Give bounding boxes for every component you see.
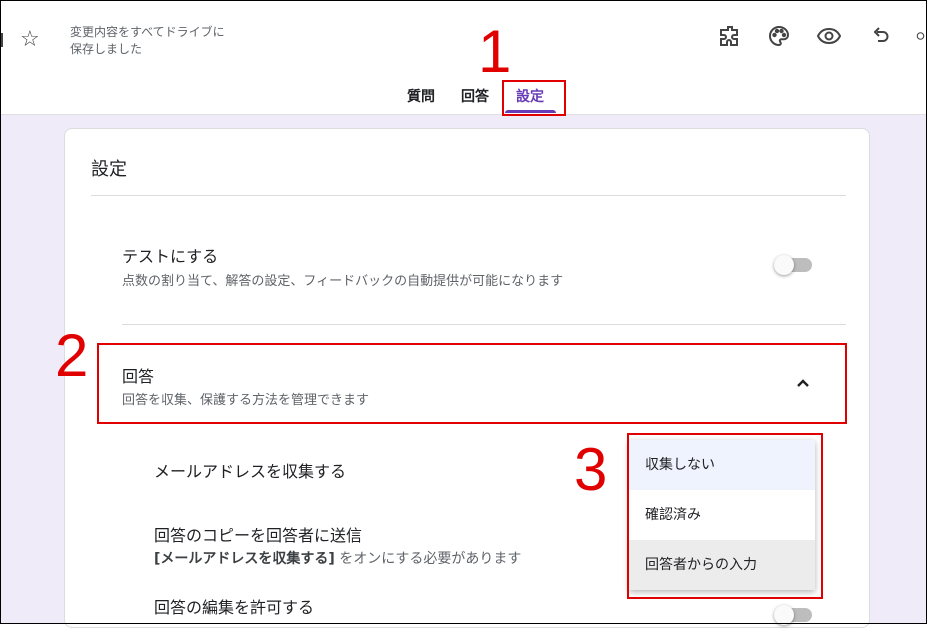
screenshot-border — [0, 0, 927, 624]
